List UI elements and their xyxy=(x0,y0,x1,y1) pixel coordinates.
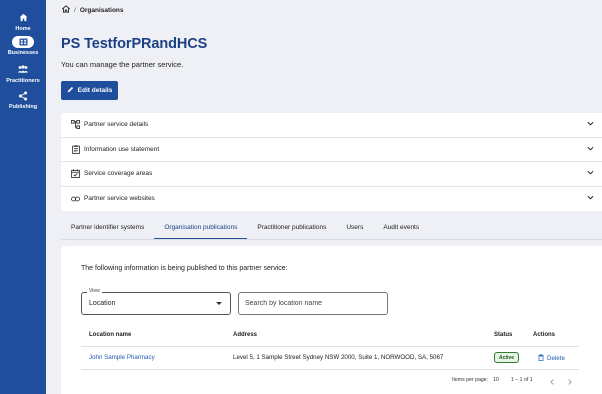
page-title: PS TestforPRandHCS xyxy=(61,36,208,52)
accordion-partner-service-details[interactable]: Partner service details xyxy=(61,113,602,138)
home-icon xyxy=(12,11,34,24)
home-icon[interactable] xyxy=(61,5,71,15)
table-header-divider xyxy=(81,346,579,347)
share-icon xyxy=(12,89,34,102)
column-header-location-name: Location name xyxy=(89,332,132,338)
sidebar-item-businesses[interactable]: Businesses xyxy=(0,36,46,56)
accordion-information-use-statement[interactable]: Information use statement xyxy=(61,138,602,162)
breadcrumb-current[interactable]: Organisations xyxy=(80,7,124,14)
column-header-actions: Actions xyxy=(533,332,556,338)
table-row-divider xyxy=(81,369,579,370)
trash-icon xyxy=(538,354,544,363)
tab-organisation-publications[interactable]: Organisation publications xyxy=(154,215,248,240)
edit-details-button[interactable]: Edit details xyxy=(61,81,118,100)
accordion-label: Partner service details xyxy=(84,121,149,129)
chevron-down-icon xyxy=(587,170,594,177)
sidebar: Home Businesses Practitioners Publishing xyxy=(0,0,46,394)
items-per-page-select[interactable]: 10 xyxy=(493,377,499,383)
sidebar-item-label: Businesses xyxy=(7,50,39,56)
accordion-service-coverage-areas[interactable]: Service coverage areas xyxy=(61,162,602,187)
accordion-label: Service coverage areas xyxy=(84,170,153,178)
link-icon xyxy=(71,194,80,203)
edit-details-label: Edit details xyxy=(77,87,113,94)
next-page-button[interactable] xyxy=(566,376,574,385)
organisation-publications-panel: The following information is being publi… xyxy=(61,246,602,394)
accordion-partner-service-websites[interactable]: Partner service websites xyxy=(61,187,602,212)
view-select-value: Location xyxy=(89,300,116,307)
tab-practitioner-publications[interactable]: Practitioner publications xyxy=(247,215,336,239)
sidebar-item-label: Practitioners xyxy=(6,78,40,84)
tab-partner-identifier-systems[interactable]: Partner identifier systems xyxy=(61,215,154,239)
sidebar-item-practitioners[interactable]: Practitioners xyxy=(0,63,46,84)
delete-label: Delete xyxy=(547,355,565,362)
pencil-icon xyxy=(67,86,74,95)
status-badge: Active xyxy=(494,352,519,363)
chevron-down-icon xyxy=(587,121,594,128)
sidebar-item-publishing[interactable]: Publishing xyxy=(0,89,46,110)
tab-audit-events[interactable]: Audit events xyxy=(373,215,429,239)
details-accordion: Partner service details Information use … xyxy=(61,113,602,211)
chevron-left-icon xyxy=(550,372,554,390)
clipboard-icon xyxy=(71,145,80,154)
sidebar-item-home[interactable]: Home xyxy=(0,11,46,32)
main-content: / Organisations PS TestforPRandHCS You c… xyxy=(46,0,602,394)
people-icon xyxy=(12,63,34,76)
tab-divider xyxy=(61,239,602,240)
chevron-down-icon xyxy=(587,195,594,202)
tab-users[interactable]: Users xyxy=(336,215,373,239)
previous-page-button[interactable] xyxy=(548,376,556,385)
caret-down-icon xyxy=(216,302,222,305)
sidebar-item-label: Publishing xyxy=(8,104,38,110)
page-subtitle: You can manage the partner service. xyxy=(61,60,184,69)
delete-button[interactable]: Delete xyxy=(538,354,565,363)
pagination-range: 1 – 1 of 1 xyxy=(511,377,533,383)
items-per-page-label: Items per page: xyxy=(452,377,489,383)
breadcrumb-separator: / xyxy=(74,6,76,14)
breadcrumb: / Organisations xyxy=(61,5,124,15)
sidebar-item-label: Home xyxy=(15,26,31,32)
accordion-label: Information use statement xyxy=(84,145,160,153)
chevron-right-icon xyxy=(568,372,572,390)
publications-intro: The following information is being publi… xyxy=(81,265,288,272)
chevron-down-icon xyxy=(587,146,594,153)
column-header-status: Status xyxy=(494,332,513,338)
hierarchy-icon xyxy=(71,120,80,130)
accordion-label: Partner service websites xyxy=(84,195,155,203)
view-select-legend: View xyxy=(87,288,102,294)
calendar-check-icon xyxy=(71,169,80,179)
tab-bar: Partner identifier systems Organisation … xyxy=(61,215,602,240)
business-icon xyxy=(12,36,34,48)
view-select[interactable]: View Location xyxy=(81,288,231,315)
location-address: Level 5, 1 Sample Street Sydney NSW 2000… xyxy=(233,354,444,361)
location-search-input[interactable] xyxy=(238,292,388,315)
location-name-link[interactable]: John Sample Pharmacy xyxy=(89,354,155,361)
column-header-address: Address xyxy=(233,332,258,338)
